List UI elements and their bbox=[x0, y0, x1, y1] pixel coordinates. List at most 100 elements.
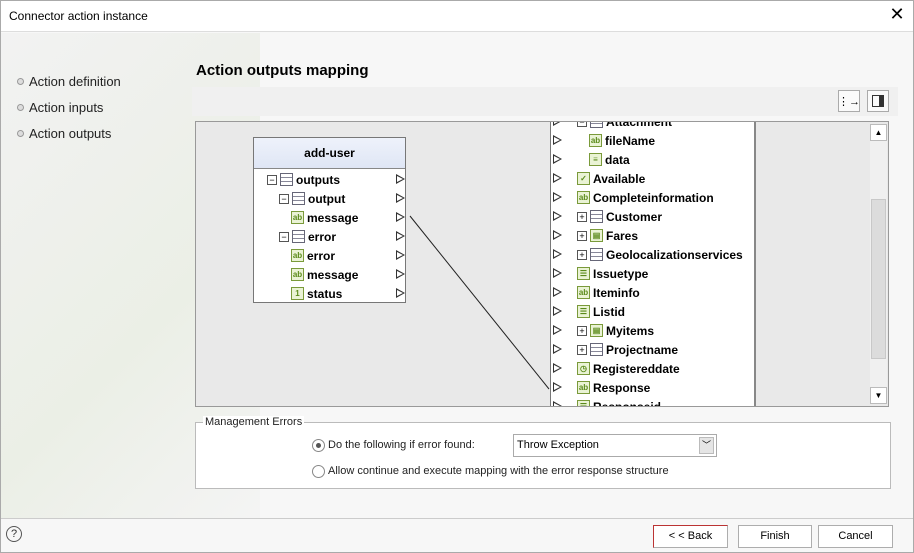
nav-action-definition[interactable]: Action definition bbox=[17, 74, 121, 89]
connector-arrow-icon[interactable] bbox=[396, 231, 405, 241]
connector-arrow-icon[interactable] bbox=[396, 174, 405, 184]
auto-map-button[interactable]: ⋮→ bbox=[838, 90, 860, 112]
target-row[interactable]: ✓ Available bbox=[577, 169, 645, 188]
target-row[interactable]: + ▤ Fares bbox=[577, 226, 638, 245]
connector-arrow-icon[interactable] bbox=[553, 344, 562, 354]
row-label: Response bbox=[593, 380, 651, 395]
connector-arrow-icon[interactable] bbox=[553, 306, 562, 316]
target-row[interactable]: ☰ Issuetype bbox=[577, 264, 648, 283]
nav-action-outputs[interactable]: Action outputs bbox=[17, 126, 111, 141]
error-action-select[interactable]: Throw Exception ﹀ bbox=[513, 434, 717, 457]
enum-type-icon: ☰ bbox=[577, 400, 590, 406]
row-label: data bbox=[605, 152, 630, 167]
fit-view-button[interactable] bbox=[867, 90, 889, 112]
row-label: message bbox=[307, 267, 359, 282]
row-label: Completeinformation bbox=[593, 190, 714, 205]
connector-arrow-icon[interactable] bbox=[553, 230, 562, 240]
ab-type-icon: ab bbox=[291, 249, 304, 262]
collapse-icon[interactable]: − bbox=[279, 231, 289, 242]
connector-arrow-icon[interactable] bbox=[553, 211, 562, 221]
connector-arrow-icon[interactable] bbox=[553, 287, 562, 297]
source-row[interactable]: 1 status bbox=[291, 284, 342, 303]
cancel-button[interactable]: Cancel bbox=[818, 525, 893, 548]
connector-arrow-icon[interactable] bbox=[553, 122, 562, 126]
source-row[interactable]: ab message bbox=[291, 265, 358, 284]
nav-action-inputs[interactable]: Action inputs bbox=[17, 100, 103, 115]
collapse-icon[interactable]: − bbox=[267, 174, 277, 185]
source-row[interactable]: − error bbox=[279, 227, 336, 246]
scroll-thumb[interactable] bbox=[871, 199, 886, 359]
connector-arrow-icon[interactable] bbox=[553, 249, 562, 259]
table-type-icon bbox=[292, 192, 305, 205]
row-label: Listid bbox=[593, 304, 625, 319]
scroll-down-button[interactable]: ▼ bbox=[870, 387, 887, 404]
target-row[interactable]: ☰ Responseid bbox=[577, 397, 661, 406]
back-button[interactable]: < < Back bbox=[653, 525, 728, 548]
connector-arrow-icon[interactable] bbox=[396, 250, 405, 260]
target-row[interactable]: ab Response bbox=[577, 378, 650, 397]
collapse-icon[interactable]: − bbox=[577, 122, 587, 127]
target-row[interactable]: + ▤ Myitems bbox=[577, 321, 654, 340]
radio-error-action-label: Do the following if error found: bbox=[328, 439, 475, 451]
source-row[interactable]: − outputs bbox=[267, 170, 340, 189]
source-row[interactable]: ab error bbox=[291, 246, 335, 265]
source-row[interactable]: − output bbox=[279, 189, 345, 208]
fit-view-icon bbox=[872, 95, 884, 107]
connector-arrow-icon[interactable] bbox=[553, 135, 562, 145]
mapping-toolbar: ⋮→ bbox=[192, 87, 898, 116]
connector-arrow-icon[interactable] bbox=[396, 193, 405, 203]
target-row[interactable]: + Projectname bbox=[577, 340, 678, 359]
radio-continue-mapping[interactable] bbox=[312, 465, 325, 478]
connector-arrow-icon[interactable] bbox=[396, 212, 405, 222]
date-type-icon: ◷ bbox=[577, 362, 590, 375]
expand-icon[interactable]: + bbox=[577, 325, 587, 336]
expand-icon[interactable]: + bbox=[577, 230, 587, 241]
connector-arrow-icon[interactable] bbox=[553, 192, 562, 202]
expand-icon[interactable]: + bbox=[577, 211, 587, 222]
target-row[interactable]: ab Completeinformation bbox=[577, 188, 714, 207]
target-row[interactable]: ☰ Listid bbox=[577, 302, 625, 321]
mapping-canvas[interactable]: add-user − outputs − output ab message − error a… bbox=[195, 121, 889, 407]
target-row[interactable]: + Geolocalizationservices bbox=[577, 245, 743, 264]
list-type-icon: ▤ bbox=[590, 324, 603, 337]
collapse-icon[interactable]: − bbox=[279, 193, 289, 204]
connector-arrow-icon[interactable] bbox=[553, 401, 562, 406]
target-row[interactable]: ≡ data bbox=[589, 150, 630, 169]
close-icon[interactable]: ✕ bbox=[886, 4, 908, 25]
table-type-icon bbox=[590, 343, 603, 356]
radio-error-action[interactable] bbox=[312, 439, 325, 452]
expand-icon[interactable]: + bbox=[577, 344, 587, 355]
target-tree[interactable]: − Attachment ab fileName ≡ data ✓ Available ab Co… bbox=[550, 122, 756, 406]
enum-type-icon: ☰ bbox=[577, 267, 590, 280]
expand-icon[interactable]: + bbox=[577, 249, 587, 260]
connector-arrow-icon[interactable] bbox=[553, 325, 562, 335]
target-row[interactable]: + Customer bbox=[577, 207, 662, 226]
connector-arrow-icon[interactable] bbox=[553, 268, 562, 278]
finish-button[interactable]: Finish bbox=[738, 525, 812, 548]
row-label: outputs bbox=[296, 172, 340, 187]
row-label: message bbox=[307, 210, 359, 225]
target-row[interactable]: − Attachment bbox=[577, 122, 672, 131]
connector-arrow-icon[interactable] bbox=[553, 382, 562, 392]
table-type-icon bbox=[292, 230, 305, 243]
row-label: error bbox=[308, 229, 337, 244]
source-node[interactable]: add-user − outputs − output ab message − error a… bbox=[253, 137, 406, 303]
connector-arrow-icon[interactable] bbox=[553, 363, 562, 373]
target-row[interactable]: ab Iteminfo bbox=[577, 283, 640, 302]
title-bar: Connector action instance ✕ bbox=[0, 0, 914, 32]
vertical-scrollbar[interactable]: ▲ ▼ bbox=[870, 124, 887, 404]
connector-arrow-icon[interactable] bbox=[553, 173, 562, 183]
connector-arrow-icon[interactable] bbox=[396, 288, 405, 298]
target-row[interactable]: ab fileName bbox=[589, 131, 655, 150]
target-row[interactable]: ◷ Registereddate bbox=[577, 359, 680, 378]
connector-arrow-icon[interactable] bbox=[553, 154, 562, 164]
scroll-up-button[interactable]: ▲ bbox=[870, 124, 887, 141]
ab-type-icon: ab bbox=[577, 286, 590, 299]
connector-arrow-icon[interactable] bbox=[396, 269, 405, 279]
help-icon[interactable]: ? bbox=[6, 526, 22, 542]
ab-type-icon: ab bbox=[577, 191, 590, 204]
radio-continue-mapping-label: Allow continue and execute mapping with … bbox=[328, 465, 669, 477]
source-row[interactable]: ab message bbox=[291, 208, 358, 227]
page-title: Action outputs mapping bbox=[196, 62, 369, 79]
auto-map-icon: ⋮→ bbox=[838, 95, 860, 108]
